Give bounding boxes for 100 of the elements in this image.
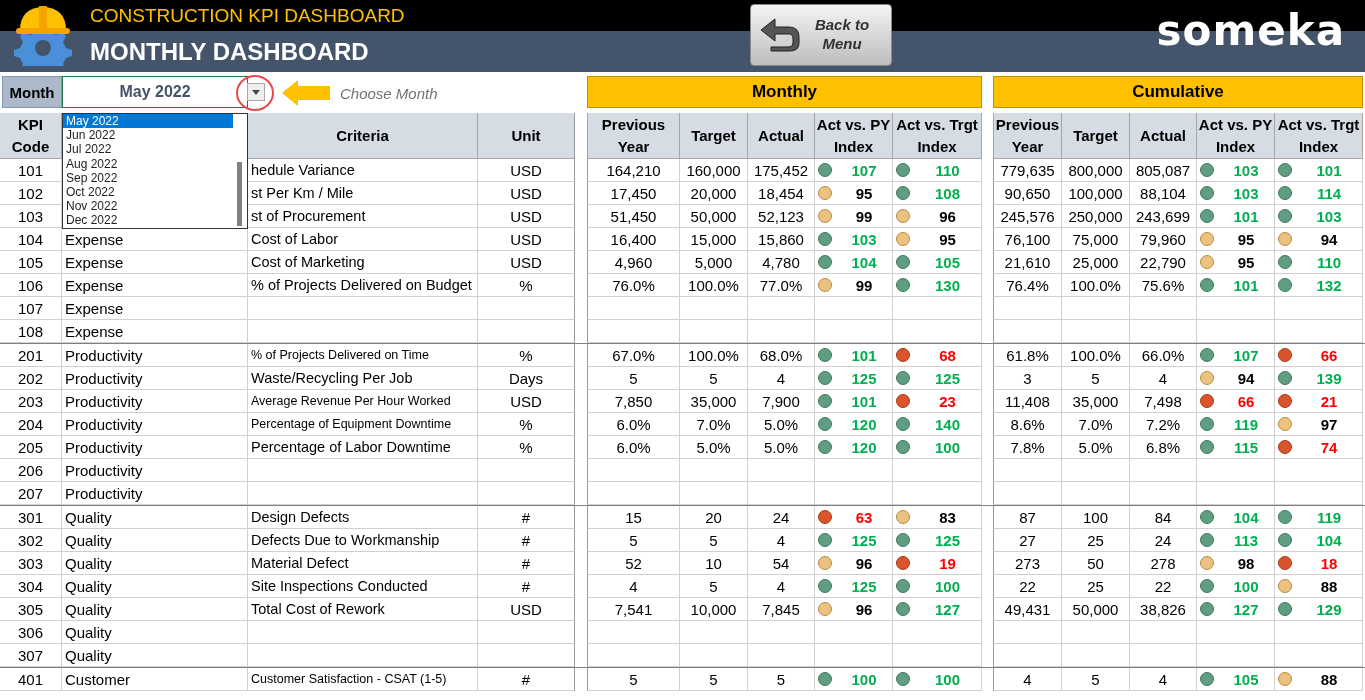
arrow-left-icon bbox=[282, 80, 330, 106]
index-value: 132 bbox=[1315, 276, 1343, 294]
table-cell: 100.0% bbox=[1070, 276, 1121, 294]
table-cell: 805,087 bbox=[1135, 161, 1191, 179]
table-cell: Quality bbox=[65, 623, 112, 641]
table-cell: 100.0% bbox=[1070, 346, 1121, 364]
table-cell: Cost of Marketing bbox=[251, 254, 365, 270]
month-option[interactable]: Sep 2022 bbox=[63, 170, 233, 185]
table-cell: 24 bbox=[1154, 531, 1172, 549]
table-cell: hedule Variance bbox=[251, 162, 355, 178]
month-option[interactable]: Oct 2022 bbox=[63, 184, 233, 200]
table-cell: Productivity bbox=[65, 369, 143, 387]
month-option[interactable]: Jul 2022 bbox=[63, 142, 233, 157]
table-cell: 5 bbox=[629, 531, 638, 549]
table-cell: % of Projects Delivered on Time bbox=[251, 348, 429, 362]
column-header: Previous Year bbox=[600, 114, 667, 157]
table-cell: Expense bbox=[65, 253, 124, 271]
index-value: 95 bbox=[1236, 253, 1256, 271]
table-cell: 100.0% bbox=[688, 346, 739, 364]
index-value: 100 bbox=[1232, 577, 1260, 595]
table-cell: 18,454 bbox=[758, 184, 804, 202]
table-cell: 16,400 bbox=[610, 230, 657, 248]
index-value: 83 bbox=[938, 508, 957, 526]
index-value: 101 bbox=[850, 346, 878, 364]
table-cell: Productivity bbox=[65, 438, 143, 456]
table-cell: Waste/Recycling Per Job bbox=[251, 370, 413, 386]
table-cell: 107 bbox=[18, 299, 43, 317]
table-cell: 207 bbox=[18, 484, 43, 502]
table-cell: Quality bbox=[65, 531, 112, 549]
column-header: Target bbox=[691, 125, 736, 146]
index-value: 95 bbox=[938, 230, 957, 248]
index-value: 97 bbox=[1319, 415, 1339, 433]
section-banner: Monthly bbox=[587, 76, 982, 108]
table-cell: st of Procurement bbox=[251, 208, 366, 224]
table-cell: 3 bbox=[1023, 369, 1032, 387]
table-cell: 7.0% bbox=[696, 415, 731, 433]
table-cell: 7.8% bbox=[1010, 438, 1045, 456]
table-cell: # bbox=[521, 577, 531, 595]
table-cell: 20 bbox=[705, 508, 722, 526]
month-option[interactable]: Dec 2022 bbox=[63, 213, 233, 228]
table-cell: 4 bbox=[776, 369, 786, 387]
dashboard-title: CONSTRUCTION KPI DASHBOARD bbox=[90, 4, 405, 27]
index-value: 140 bbox=[934, 415, 961, 433]
table-cell: Quality bbox=[65, 600, 112, 618]
index-value: 139 bbox=[1315, 369, 1343, 387]
scrollbar-thumb[interactable] bbox=[237, 162, 242, 226]
index-value: 19 bbox=[938, 554, 957, 572]
table-cell: 88,104 bbox=[1140, 184, 1186, 202]
table-cell: 5 bbox=[709, 670, 718, 688]
table-cell: 5,000 bbox=[694, 253, 733, 271]
index-value: 103 bbox=[1315, 207, 1343, 225]
table-cell: 206 bbox=[18, 461, 43, 479]
index-value: 108 bbox=[934, 184, 961, 202]
month-option[interactable]: Aug 2022 bbox=[63, 156, 233, 171]
table-cell: 49,431 bbox=[1004, 600, 1051, 618]
table-cell: Customer Satisfaction - CSAT (1-5) bbox=[251, 672, 447, 686]
table-cell: Quality bbox=[65, 577, 112, 595]
index-value: 115 bbox=[1232, 438, 1260, 456]
index-value: 88 bbox=[1319, 577, 1339, 595]
table-cell: Total Cost of Rework bbox=[251, 601, 385, 617]
index-value: 100 bbox=[934, 670, 961, 688]
index-value: 21 bbox=[1319, 392, 1339, 410]
table-cell: 164,210 bbox=[606, 161, 661, 179]
table-cell: 21,610 bbox=[1004, 253, 1051, 271]
index-value: 105 bbox=[1232, 670, 1260, 688]
table-cell: 25 bbox=[1087, 531, 1104, 549]
table-cell: 160,000 bbox=[686, 161, 741, 179]
table-cell: 25 bbox=[1087, 577, 1104, 595]
table-cell: Percentage of Labor Downtime bbox=[251, 439, 451, 455]
table-cell: 106 bbox=[18, 276, 43, 294]
table-cell: Quality bbox=[65, 508, 112, 526]
table-cell: 306 bbox=[18, 623, 43, 641]
table-cell: 4,780 bbox=[762, 253, 800, 271]
table-cell: Productivity bbox=[65, 461, 143, 479]
index-value: 94 bbox=[1319, 230, 1339, 248]
index-value: 107 bbox=[850, 161, 878, 179]
back-to-menu-button[interactable]: Back to Menu bbox=[750, 4, 892, 66]
table-cell: 52 bbox=[625, 554, 642, 572]
table-cell: 6.8% bbox=[1145, 438, 1181, 456]
table-cell: 800,000 bbox=[1068, 161, 1123, 179]
table-cell: 68.0% bbox=[759, 346, 803, 364]
table-cell: 5 bbox=[776, 670, 786, 688]
table-cell: 104 bbox=[18, 230, 43, 248]
table-cell: USD bbox=[510, 161, 542, 179]
table-cell: 779,635 bbox=[1000, 161, 1055, 179]
column-header: Criteria bbox=[336, 125, 389, 146]
month-select[interactable]: May 2022 bbox=[62, 76, 248, 108]
table-cell: USD bbox=[510, 207, 542, 225]
month-option[interactable]: Jun 2022 bbox=[63, 128, 233, 143]
month-option[interactable]: Nov 2022 bbox=[63, 199, 233, 214]
table-cell: 75.6% bbox=[1141, 276, 1185, 294]
column-header: Act vs. PY Index bbox=[815, 114, 892, 157]
table-cell: 5.0% bbox=[763, 438, 799, 456]
table-cell: Expense bbox=[65, 276, 124, 294]
table-cell: 7,498 bbox=[1144, 392, 1182, 410]
dropdown-button[interactable] bbox=[247, 83, 265, 101]
table-cell: 6.0% bbox=[616, 438, 651, 456]
month-option[interactable]: May 2022 bbox=[63, 114, 233, 129]
table-cell: % bbox=[519, 438, 533, 456]
table-cell: Design Defects bbox=[251, 509, 350, 525]
